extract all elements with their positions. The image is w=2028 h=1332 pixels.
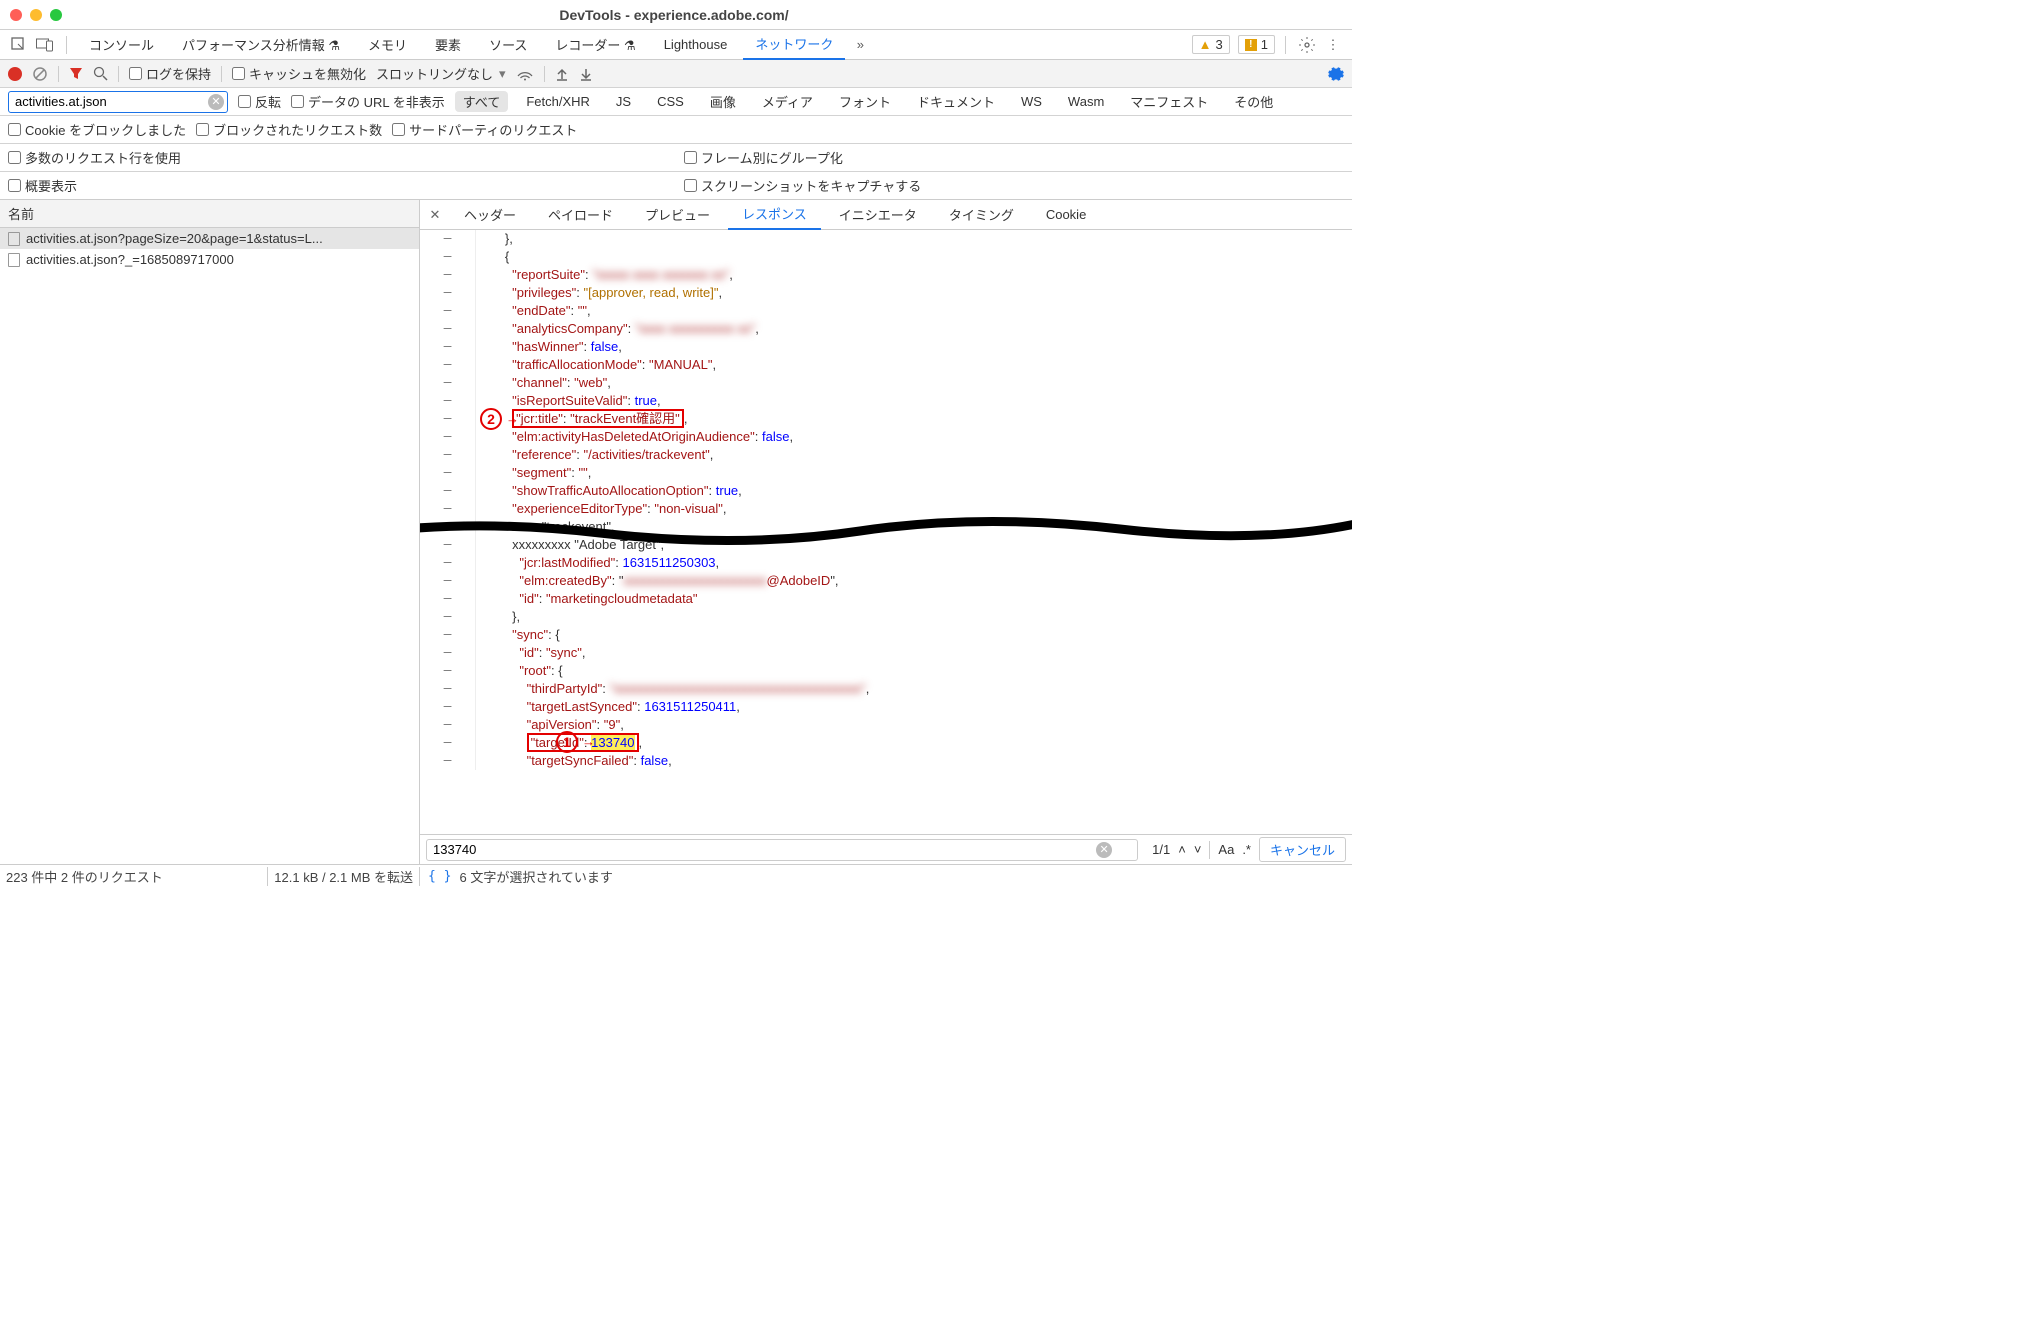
pretty-print-icon[interactable]: { } [428, 869, 451, 884]
network-options-row2: 概要表示 スクリーンショットをキャプチャする [0, 172, 1352, 200]
warnings-badge[interactable]: ▲3 [1192, 35, 1230, 54]
tab-lighthouse[interactable]: Lighthouse [652, 30, 740, 60]
request-list: 名前 activities.at.json?pageSize=20&page=1… [0, 200, 420, 864]
device-toggle-icon[interactable] [34, 34, 56, 56]
detail-tabs: ✕ ヘッダー ペイロード プレビュー レスポンス イニシエータ タイミング Co… [420, 200, 1352, 230]
type-other[interactable]: その他 [1226, 91, 1281, 112]
inspect-icon[interactable] [8, 34, 30, 56]
file-icon [8, 232, 20, 246]
panel-tabs: コンソール パフォーマンス分析情報 ⚗ メモリ 要素 ソース レコーダー ⚗ L… [0, 30, 1352, 60]
network-conditions-icon[interactable] [516, 67, 534, 81]
download-har-icon[interactable] [579, 67, 593, 81]
tab-console[interactable]: コンソール [77, 30, 166, 60]
type-font[interactable]: フォント [831, 91, 899, 112]
throttling-select[interactable]: スロットリングなし ▾ [376, 64, 506, 83]
preserve-log-checkbox[interactable]: ログを保持 [129, 64, 211, 83]
zoom-window-button[interactable] [50, 9, 62, 21]
network-main: 名前 activities.at.json?pageSize=20&page=1… [0, 200, 1352, 864]
kebab-icon[interactable]: ⋮ [1322, 34, 1344, 56]
annotation-1: 1→ [556, 731, 595, 753]
dtab-payload[interactable]: ペイロード [534, 200, 627, 230]
window-titlebar: DevTools - experience.adobe.com/ [0, 0, 1352, 30]
disable-cache-checkbox[interactable]: キャッシュを無効化 [232, 64, 366, 83]
record-button[interactable] [8, 67, 22, 81]
tab-perf-insights[interactable]: パフォーマンス分析情報 ⚗ [170, 30, 352, 60]
type-doc[interactable]: ドキュメント [909, 91, 1003, 112]
search-prev-icon[interactable]: ˄ [1178, 842, 1186, 857]
request-row[interactable]: activities.at.json?pageSize=20&page=1&st… [0, 228, 419, 249]
dtab-preview[interactable]: プレビュー [631, 200, 724, 230]
dtab-initiator[interactable]: イニシエータ [825, 200, 931, 230]
screenshots-checkbox[interactable]: スクリーンショットをキャプチャする [684, 176, 921, 195]
response-search-input[interactable] [426, 839, 1138, 861]
search-icon[interactable] [93, 66, 108, 81]
network-filter-row2: Cookie をブロックしました ブロックされたリクエスト数 サードパーティのリ… [0, 116, 1352, 144]
close-window-button[interactable] [10, 9, 22, 21]
network-settings-icon[interactable] [1328, 66, 1344, 82]
type-wasm[interactable]: Wasm [1060, 93, 1112, 110]
request-list-header: 名前 [0, 200, 419, 228]
type-fetch-xhr[interactable]: Fetch/XHR [518, 93, 598, 110]
type-css[interactable]: CSS [649, 93, 692, 110]
tab-elements[interactable]: 要素 [423, 30, 473, 60]
settings-icon[interactable] [1296, 34, 1318, 56]
status-request-count: 223 件中 2 件のリクエスト [6, 867, 261, 886]
minimize-window-button[interactable] [30, 9, 42, 21]
response-body[interactable]: —————————————————————————————— }, { "rep… [420, 230, 1352, 864]
request-row[interactable]: activities.at.json?_=1685089717000 [0, 249, 419, 270]
type-manifest[interactable]: マニフェスト [1122, 91, 1216, 112]
tab-recorder[interactable]: レコーダー ⚗ [543, 30, 647, 60]
type-img[interactable]: 画像 [702, 91, 744, 112]
tab-network[interactable]: ネットワーク [743, 30, 845, 60]
blocked-requests-checkbox[interactable]: ブロックされたリクエスト数 [196, 120, 382, 139]
overview-checkbox[interactable]: 概要表示 [8, 176, 77, 195]
request-detail: ✕ ヘッダー ペイロード プレビュー レスポンス イニシエータ タイミング Co… [420, 200, 1352, 864]
file-icon [8, 253, 20, 267]
status-transfer-size: 12.1 kB / 2.1 MB を転送 [274, 867, 413, 886]
response-search-bar: ✕ 1/1 ˄ ˅ Aa .* キャンセル [420, 834, 1352, 864]
dtab-headers[interactable]: ヘッダー [450, 200, 530, 230]
network-toolbar: ログを保持 キャッシュを無効化 スロットリングなし ▾ [0, 60, 1352, 88]
network-filter-bar: ✕ 反転 データの URL を非表示 すべて Fetch/XHR JS CSS … [0, 88, 1352, 116]
tab-memory[interactable]: メモリ [356, 30, 419, 60]
more-tabs-icon[interactable]: » [849, 34, 871, 56]
type-ws[interactable]: WS [1013, 93, 1050, 110]
clear-filter-icon[interactable]: ✕ [208, 94, 224, 110]
search-next-icon[interactable]: ˅ [1194, 842, 1202, 857]
cancel-search-button[interactable]: キャンセル [1259, 837, 1346, 862]
match-case-toggle[interactable]: Aa [1218, 842, 1234, 857]
blocked-cookies-checkbox[interactable]: Cookie をブロックしました [8, 120, 186, 139]
clear-search-icon[interactable]: ✕ [1096, 842, 1112, 858]
filter-icon[interactable] [69, 67, 83, 81]
regex-toggle[interactable]: .* [1242, 842, 1251, 857]
hide-data-urls-checkbox[interactable]: データの URL を非表示 [291, 92, 445, 111]
filter-text-input[interactable] [8, 91, 228, 113]
dtab-timing[interactable]: タイミング [935, 200, 1028, 230]
third-party-checkbox[interactable]: サードパーティのリクエスト [392, 120, 577, 139]
large-rows-checkbox[interactable]: 多数のリクエスト行を使用 [8, 148, 181, 167]
annotation-2: 2→ [480, 408, 519, 430]
tab-sources[interactable]: ソース [477, 30, 539, 60]
search-position: 1/1 [1152, 842, 1170, 857]
upload-har-icon[interactable] [555, 67, 569, 81]
clear-icon[interactable] [32, 66, 48, 82]
type-media[interactable]: メディア [754, 91, 821, 112]
dtab-cookies[interactable]: Cookie [1032, 200, 1100, 230]
network-options-row1: 多数のリクエスト行を使用 フレーム別にグループ化 [0, 144, 1352, 172]
dtab-response[interactable]: レスポンス [728, 200, 821, 230]
status-selection: 6 文字が選択されています [459, 867, 612, 886]
close-detail-icon[interactable]: ✕ [424, 204, 446, 226]
window-title: DevTools - experience.adobe.com/ [62, 7, 1286, 23]
traffic-lights [10, 9, 62, 21]
group-by-frame-checkbox[interactable]: フレーム別にグループ化 [684, 148, 843, 167]
type-all[interactable]: すべて [455, 91, 509, 112]
type-js[interactable]: JS [608, 93, 639, 110]
status-bar: 223 件中 2 件のリクエスト 12.1 kB / 2.1 MB を転送 { … [0, 864, 1352, 888]
invert-checkbox[interactable]: 反転 [238, 92, 281, 111]
issues-badge[interactable]: !1 [1238, 35, 1275, 54]
